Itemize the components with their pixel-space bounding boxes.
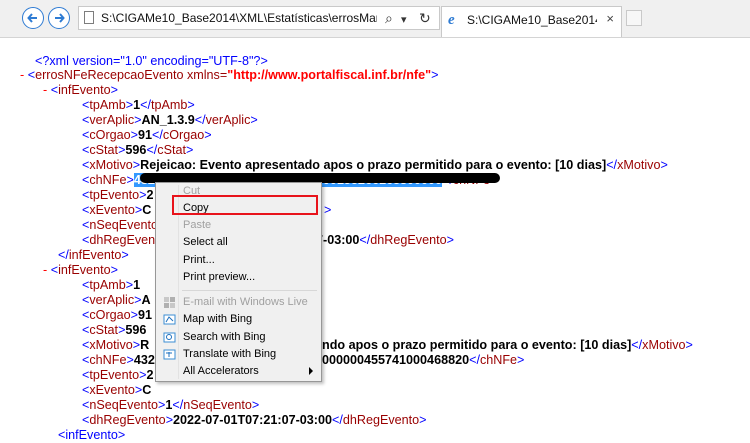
root-element-line: - <errosNFeRecepcaoEvento xmlns="http://… xyxy=(20,68,439,82)
xml-line-tpevento-2: <tpEvento>2 xyxy=(82,368,154,382)
xml-line-xmotivo-2: <xMotivo>R ndo apos o prazo permitido par… xyxy=(82,338,693,352)
infevento-open-2: - <infEvento> xyxy=(43,263,118,277)
xml-viewer: <?xml version="1.0" encoding="UTF-8"?> -… xyxy=(0,37,750,442)
xml-line-cstat-2: <cStat>596 xyxy=(82,323,147,337)
xml-line-chnfe-2: <chNFe>432 00000045574100046882​0</chNFe> xyxy=(82,353,525,367)
menu-item-translate-bing[interactable]: Translate with Bing xyxy=(158,346,319,363)
infevento-tail: <infEvento> xyxy=(58,428,126,442)
address-text[interactable]: S:\CIGAMe10_Base2014\XML\Estatísticas\er… xyxy=(101,11,377,25)
collapse-toggle[interactable]: - xyxy=(43,263,47,277)
infevento-open-1: - <infEvento> xyxy=(43,83,118,97)
menu-item-print-preview[interactable]: Print preview... xyxy=(158,269,319,286)
browser-toolbar: S:\CIGAMe10_Base2014\XML\Estatísticas\er… xyxy=(0,0,750,38)
xml-line-veraplic-1: <verAplic>AN_1.3.9</verAplic> xyxy=(82,113,258,127)
menu-item-email[interactable]: E-mail with Windows Live xyxy=(158,294,319,311)
menu-item-map-bing[interactable]: Map with Bing xyxy=(158,311,319,328)
refresh-icon[interactable]: ↻ xyxy=(419,11,431,25)
forward-arrow-icon xyxy=(55,13,65,23)
xml-line-tpevento-1: <tpEvento>2 xyxy=(82,188,154,202)
back-arrow-icon xyxy=(27,13,37,23)
address-bar[interactable]: S:\CIGAMe10_Base2014\XML\Estatísticas\er… xyxy=(78,6,440,30)
copy-highlight-box xyxy=(172,195,318,215)
new-tab-button[interactable] xyxy=(626,10,642,26)
menu-separator xyxy=(182,290,317,291)
page-icon xyxy=(84,11,94,24)
active-tab[interactable]: e S:\CIGAMe10_Base2014\XM... × xyxy=(441,6,622,37)
xml-line-nseqevento-2: <nSeqEvento>1</nSeqEvento> xyxy=(82,398,260,412)
forward-button[interactable] xyxy=(48,7,70,29)
xml-line-cstat-1: <cStat>596</cStat> xyxy=(82,143,194,157)
collapse-toggle[interactable]: - xyxy=(20,68,24,82)
windows-live-icon xyxy=(164,297,175,308)
dropdown-icon[interactable]: ▾ xyxy=(401,13,407,27)
xml-line-corgao-2: <cOrgao>91 xyxy=(82,308,153,322)
xml-line-nseqevento-1: <nSeqEvento> xyxy=(82,218,165,232)
tab-title: S:\CIGAMe10_Base2014\XM... xyxy=(467,13,597,27)
xml-line-corgao-1: <cOrgao>91</cOrgao> xyxy=(82,128,212,142)
translate-icon xyxy=(163,349,176,360)
search-icon[interactable]: ⌕ xyxy=(385,11,393,25)
xml-line-xmotivo-1: <xMotivo>Rejeicao: Evento apresentado ap… xyxy=(82,158,668,172)
ie-icon: e xyxy=(448,12,455,28)
xml-line-veraplic-2: <verAplic>A xyxy=(82,293,151,307)
menu-item-print[interactable]: Print... xyxy=(158,252,319,269)
xml-line-tpamb-1: <tpAmb>1</tpAmb> xyxy=(82,98,195,112)
collapse-toggle[interactable]: - xyxy=(43,83,47,97)
back-button[interactable] xyxy=(22,7,44,29)
menu-item-paste[interactable]: Paste xyxy=(158,217,319,234)
xml-declaration: <?xml version="1.0" encoding="UTF-8"?> xyxy=(35,54,268,68)
xml-line-xevento-2: <xEvento>C xyxy=(82,383,152,397)
menu-item-all-accelerators[interactable]: All Accelerators xyxy=(158,363,319,380)
infevento-close-1: </infEvento> xyxy=(58,248,129,262)
xml-line-dhregevento-2: <dhRegEvento>2022-07-01T07:21:07-03:00</… xyxy=(82,413,427,427)
map-icon xyxy=(163,314,176,325)
menu-item-search-bing[interactable]: Search with Bing xyxy=(158,329,319,346)
xml-line-xevento-1: <xEvento>C > xyxy=(82,203,332,217)
submenu-arrow-icon xyxy=(309,367,313,375)
search-bing-icon xyxy=(163,332,176,343)
close-tab-icon[interactable]: × xyxy=(606,11,614,26)
menu-item-select-all[interactable]: Select all xyxy=(158,234,319,251)
xml-line-tpamb-2: <tpAmb>1 xyxy=(82,278,141,292)
